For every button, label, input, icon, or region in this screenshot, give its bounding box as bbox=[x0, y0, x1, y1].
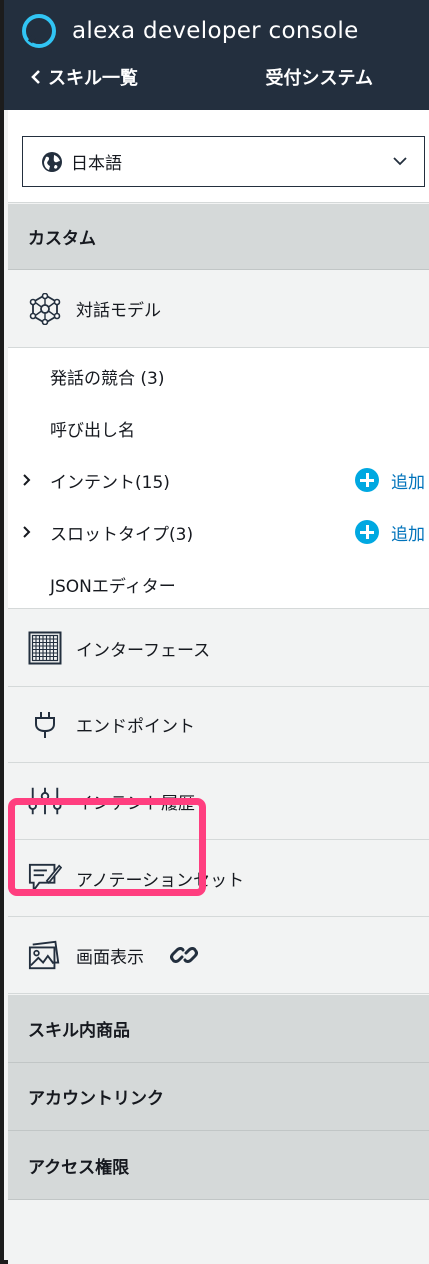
list-item-label: インテント(15) bbox=[50, 472, 170, 493]
sidebar: 日本語 カスタム 対話モデル 発話の競合 (3) 呼び出し名 インテント(15)… bbox=[8, 110, 429, 1264]
section-in-skill-products[interactable]: スキル内商品 bbox=[8, 995, 429, 1063]
app-title: alexa developer console bbox=[72, 18, 359, 44]
back-link-label: スキル一覧 bbox=[48, 68, 138, 89]
plug-icon bbox=[28, 708, 62, 742]
nav-display[interactable]: 画面表示 bbox=[8, 917, 429, 994]
list-item-invocation-name[interactable]: 呼び出し名 bbox=[8, 402, 429, 454]
nav-endpoint[interactable]: エンドポイント bbox=[8, 687, 429, 763]
list-item-slot-types[interactable]: スロットタイプ(3) 追加 bbox=[8, 506, 429, 558]
plus-circle-icon bbox=[355, 520, 379, 544]
add-intent-button[interactable]: 追加 bbox=[355, 468, 425, 493]
section-access-permissions[interactable]: アクセス権限 bbox=[8, 1131, 429, 1200]
language-select[interactable]: 日本語 bbox=[22, 136, 425, 187]
add-intent-label: 追加 bbox=[391, 472, 425, 493]
alexa-logo-icon bbox=[22, 14, 56, 48]
section-custom[interactable]: カスタム bbox=[8, 204, 429, 270]
add-slot-type-label: 追加 bbox=[391, 524, 425, 545]
nav-display-label: 画面表示 bbox=[76, 947, 144, 968]
top-header: alexa developer console スキル一覧 受付システム bbox=[4, 0, 429, 110]
nav-endpoint-label: エンドポイント bbox=[76, 717, 195, 737]
add-slot-type-button[interactable]: 追加 bbox=[355, 520, 425, 545]
list-item-label: 呼び出し名 bbox=[50, 420, 135, 441]
chevron-right-icon[interactable] bbox=[22, 525, 32, 539]
section-account-linking[interactable]: アカウントリンク bbox=[8, 1063, 429, 1131]
list-item-json-editor[interactable]: JSONエディター bbox=[8, 558, 429, 610]
link-icon[interactable] bbox=[170, 941, 198, 969]
network-icon bbox=[28, 292, 62, 326]
nav-interfaces[interactable]: インターフェース bbox=[8, 610, 429, 687]
list-item-intents[interactable]: インテント(15) 追加 bbox=[8, 454, 429, 506]
plus-circle-icon bbox=[355, 468, 379, 492]
language-area: 日本語 bbox=[8, 110, 429, 203]
nav-interfaces-label: インターフェース bbox=[76, 640, 211, 661]
grid-icon bbox=[28, 631, 62, 665]
globe-icon bbox=[42, 151, 62, 172]
brand[interactable]: alexa developer console bbox=[22, 14, 359, 48]
skill-name: 受付システム bbox=[265, 68, 373, 89]
image-icon bbox=[28, 938, 62, 972]
chevron-left-icon bbox=[31, 70, 40, 84]
app-frame: alexa developer console スキル一覧 受付システム 日本語 bbox=[0, 0, 429, 1264]
back-to-skills-link[interactable]: スキル一覧 bbox=[30, 64, 138, 90]
chevron-down-icon bbox=[393, 157, 407, 166]
nav-interaction-model[interactable]: 対話モデル bbox=[8, 270, 429, 348]
list-item-label: 発話の競合 (3) bbox=[50, 368, 165, 389]
chevron-right-icon[interactable] bbox=[22, 473, 32, 487]
interaction-model-subitems: 発話の競合 (3) 呼び出し名 インテント(15) 追加 スロットタイプ(3) … bbox=[8, 348, 429, 609]
highlight-box bbox=[8, 798, 206, 896]
nav-interaction-model-label: 対話モデル bbox=[76, 301, 161, 321]
list-item-label: スロットタイプ(3) bbox=[50, 524, 194, 545]
language-value: 日本語 bbox=[71, 154, 122, 174]
list-item-label: JSONエディター bbox=[50, 576, 176, 597]
list-item-utterance-conflicts[interactable]: 発話の競合 (3) bbox=[8, 350, 429, 402]
